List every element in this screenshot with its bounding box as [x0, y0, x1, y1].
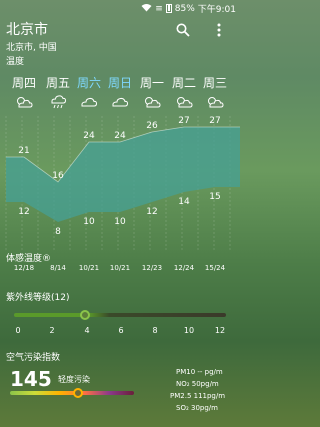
battery-icon	[165, 4, 172, 13]
uv-level-marker	[80, 310, 91, 320]
day-label[interactable]: 周四	[9, 74, 39, 91]
clock: 下午9:01	[197, 5, 236, 15]
feels-like-value: 12/23	[141, 264, 163, 272]
partly-cloudy-icon	[175, 94, 193, 113]
high-temp-label: 27	[209, 116, 220, 126]
high-temp-label: 24	[114, 131, 126, 141]
day-label[interactable]: 周二	[169, 74, 199, 91]
high-temp-label: 27	[178, 116, 189, 126]
day-label[interactable]: 周三	[200, 74, 230, 91]
rain-icon	[49, 94, 67, 114]
battery-percent: 85%	[174, 3, 195, 14]
low-temp-label: 12	[146, 207, 157, 217]
partly-cloudy-icon	[206, 94, 224, 113]
day-label[interactable]: 周日	[105, 74, 135, 91]
uv-tick-label: 12	[214, 326, 226, 335]
partly-cloudy-icon	[143, 94, 161, 113]
location-header[interactable]: 北京市 北京市, 中国	[6, 19, 57, 53]
feels-like-section-label: 体感温度®	[6, 254, 52, 264]
cloudy-icon	[111, 94, 129, 113]
feels-like-value: 12/18	[13, 264, 35, 272]
day-row: 周四 周五 周六 周日 周一 周二 周三	[0, 74, 240, 90]
temperature-chart: 21 16 24 24 26 27 27 12 8 10 10 12 14 15	[5, 116, 240, 250]
feels-like-value: 10/21	[78, 264, 100, 272]
status-bar: ≡ 85% 下午9:01	[0, 0, 240, 16]
day-label[interactable]: 周六	[74, 74, 104, 91]
low-temp-label: 15	[209, 192, 220, 202]
cloudy-icon	[80, 94, 98, 113]
low-temp-label: 12	[18, 207, 29, 217]
feels-like-value: 10/21	[109, 264, 131, 272]
city-title: 北京市	[6, 22, 48, 38]
temperature-section-label: 温度	[6, 57, 25, 67]
more-menu-icon[interactable]	[217, 22, 221, 41]
pm10-value: PM10 -- pg/m	[176, 368, 223, 376]
feels-like-value: 12/24	[173, 264, 195, 272]
low-temp-label: 10	[83, 217, 95, 227]
aqi-scale-bar	[10, 391, 134, 395]
aqi-value: 145	[10, 367, 52, 391]
feels-like-value: 8/14	[50, 264, 66, 272]
signal-icon: ≡	[155, 3, 163, 14]
day-label[interactable]: 周五	[43, 74, 73, 91]
aqi-section-label: 空气污染指数	[6, 353, 61, 363]
aqi-level-marker	[73, 388, 83, 398]
low-temp-label: 10	[114, 217, 126, 227]
wifi-icon	[141, 3, 152, 15]
high-temp-label: 21	[18, 146, 29, 156]
search-icon[interactable]	[176, 22, 190, 41]
uv-tick-label: 6	[118, 326, 124, 335]
no2-value: NO₂ 50pg/m	[176, 380, 219, 388]
uv-tick-label: 4	[84, 326, 90, 335]
uv-tick-label: 8	[152, 326, 158, 335]
partly-cloudy-icon	[15, 94, 33, 113]
low-temp-label: 14	[178, 197, 190, 207]
pm25-value: PM2.5 111pg/m	[170, 392, 226, 400]
so2-value: SO₂ 30pg/m	[176, 404, 218, 412]
feels-like-value: 15/24	[204, 264, 226, 272]
high-temp-label: 24	[83, 131, 95, 141]
location-subtitle: 北京市, 中国	[6, 43, 57, 53]
uv-tick-label: 10	[183, 326, 195, 335]
day-label[interactable]: 周一	[137, 74, 167, 91]
high-temp-label: 16	[52, 171, 64, 181]
uv-scale-bar	[14, 313, 226, 317]
aqi-level-label: 轻度污染	[58, 375, 90, 384]
low-temp-label: 8	[55, 227, 61, 237]
high-temp-label: 26	[146, 121, 158, 131]
uv-tick-label: 0	[15, 326, 21, 335]
uv-section-label: 紫外线等级(12)	[6, 293, 70, 303]
uv-tick-label: 2	[49, 326, 55, 335]
